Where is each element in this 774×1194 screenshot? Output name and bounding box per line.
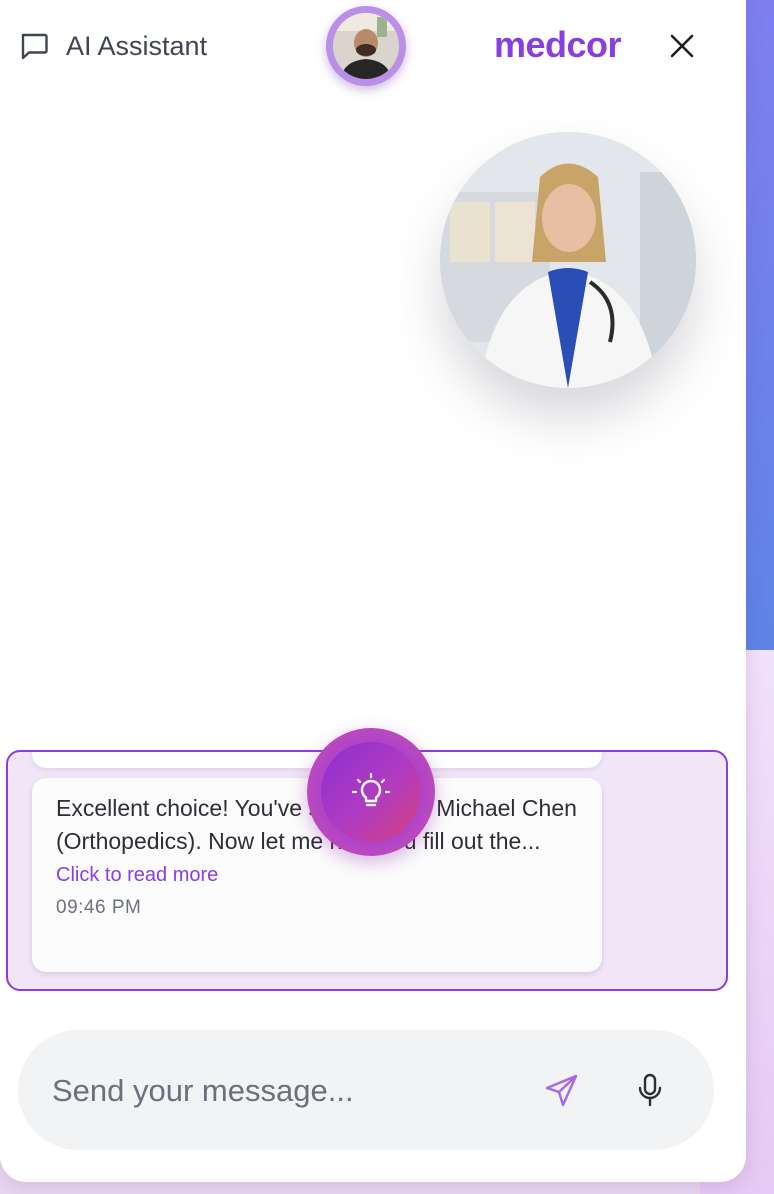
doctor-portrait xyxy=(440,132,696,388)
close-button[interactable] xyxy=(664,28,700,64)
read-more-link[interactable]: Click to read more xyxy=(56,864,578,887)
header-title: AI Assistant xyxy=(66,30,208,61)
lightbulb-icon xyxy=(351,772,391,807)
send-icon xyxy=(545,1074,578,1107)
suggestions-button[interactable] xyxy=(307,728,435,856)
close-icon xyxy=(670,34,694,58)
microphone-icon xyxy=(638,1073,662,1107)
send-button[interactable] xyxy=(544,1072,580,1108)
chat-bubble-icon xyxy=(21,33,48,60)
user-avatar-photo xyxy=(333,13,399,79)
user-avatar[interactable] xyxy=(326,6,406,86)
brand-logo: medcor xyxy=(494,24,622,65)
microphone-button[interactable] xyxy=(632,1072,668,1108)
message-timestamp: 09:46 PM xyxy=(56,897,142,918)
message-input[interactable] xyxy=(50,1066,524,1116)
header-title-group: AI Assistant xyxy=(18,28,207,64)
message-composer xyxy=(18,1030,714,1150)
